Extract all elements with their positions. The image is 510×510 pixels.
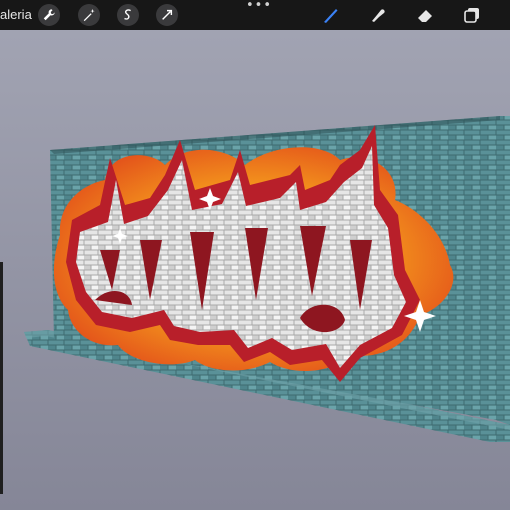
more-options[interactable]: ••• <box>246 0 271 14</box>
brush-size-sidebar[interactable] <box>0 262 3 494</box>
brush-icon[interactable] <box>320 4 342 26</box>
gallery-button[interactable]: aleria <box>0 6 32 24</box>
transform-arrow-icon[interactable] <box>156 4 178 26</box>
eraser-icon[interactable] <box>414 4 436 26</box>
wrench-icon[interactable] <box>38 4 60 26</box>
layers-icon[interactable] <box>461 4 483 26</box>
top-toolbar: aleria ••• <box>0 0 510 30</box>
smudge-icon[interactable] <box>367 4 389 26</box>
magic-wand-icon[interactable] <box>78 4 100 26</box>
selection-icon[interactable] <box>117 4 139 26</box>
drawing-canvas[interactable] <box>0 0 510 510</box>
